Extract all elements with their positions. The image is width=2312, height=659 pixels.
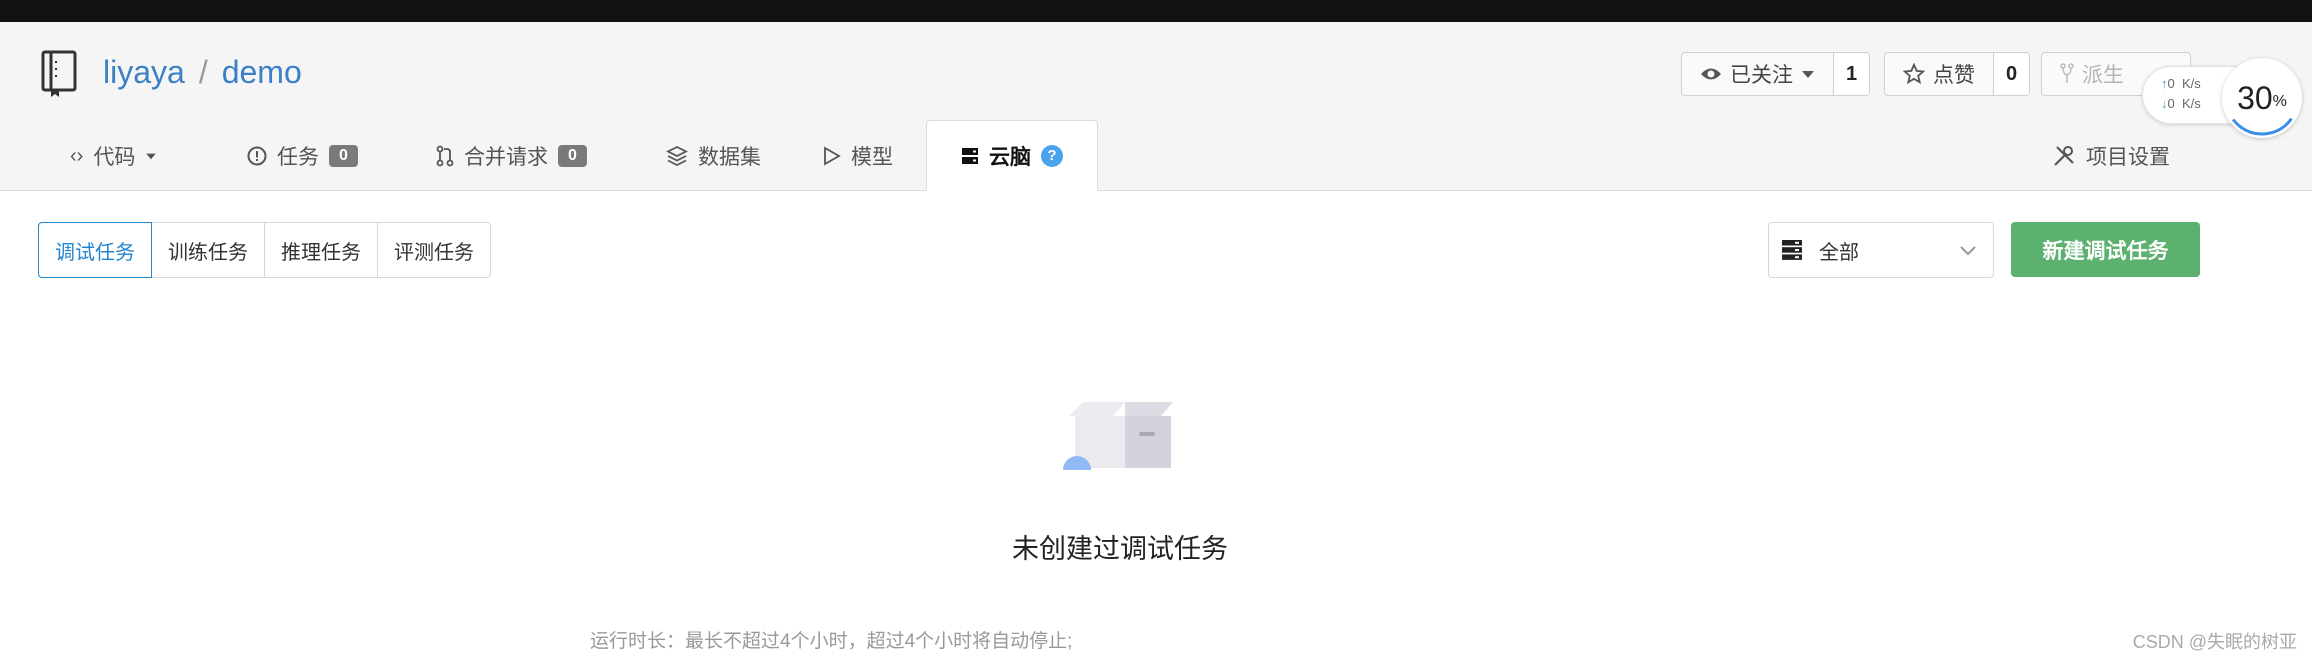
task-type-tabs: 调试任务 训练任务 推理任务 评测任务	[38, 222, 491, 278]
new-debug-task-button[interactable]: 新建调试任务	[2011, 222, 2200, 277]
tab-label: 云脑	[989, 145, 1031, 169]
repo-book-icon	[41, 50, 77, 97]
empty-state-message: 未创建过调试任务	[1012, 534, 1228, 564]
watch-label: 已关注	[1730, 64, 1793, 87]
settings-icon	[2054, 146, 2074, 166]
watch-count[interactable]: 1	[1834, 53, 1870, 95]
star-label: 点赞	[1933, 64, 1975, 87]
subtab-evaluation-tasks[interactable]: 评测任务	[377, 222, 491, 278]
filter-selected-value: 全部	[1819, 241, 1859, 264]
watch-group: 已关注 1	[1681, 52, 1871, 96]
subtab-inference-tasks[interactable]: 推理任务	[264, 222, 378, 278]
runtime-note: 运行时长：最长不超过4个小时，超过4个小时将自动停止;	[590, 631, 1073, 652]
tab-issues[interactable]: 任务 0	[247, 120, 358, 192]
dataset-icon	[666, 145, 688, 167]
fork-button[interactable]: 派生	[2042, 53, 2142, 95]
empty-box-illustration	[1063, 402, 1173, 470]
tab-models[interactable]: 模型	[823, 120, 893, 192]
download-speed: 0	[2167, 96, 2175, 111]
repo-name-link[interactable]: demo	[222, 50, 302, 94]
fork-icon	[2060, 63, 2074, 83]
tab-label: 项目设置	[2086, 146, 2170, 169]
subtab-debug-tasks[interactable]: 调试任务	[38, 222, 152, 278]
repo-title: liyaya / demo	[103, 50, 302, 94]
eye-icon	[1701, 68, 1721, 80]
repo-path-separator: /	[198, 54, 208, 90]
tab-pull-requests[interactable]: 合并请求 0	[436, 120, 587, 192]
upload-unit: K/s	[2181, 76, 2201, 91]
pull-request-count-badge: 0	[558, 145, 587, 167]
watermark-text: CSDN @失眠的树亚	[2132, 632, 2297, 652]
fork-label: 派生	[2082, 64, 2124, 87]
help-icon[interactable]: ?	[1041, 144, 1063, 167]
star-count[interactable]: 0	[1994, 53, 2030, 95]
caret-down-icon	[146, 153, 157, 160]
tab-code[interactable]: ‹› 代码	[70, 120, 157, 192]
pull-request-icon	[436, 145, 454, 167]
subtab-training-tasks[interactable]: 训练任务	[151, 222, 265, 278]
tab-label: 数据集	[698, 146, 761, 169]
tab-label: 任务	[277, 146, 319, 169]
server-icon	[1782, 240, 1802, 260]
caret-down-icon	[1802, 71, 1814, 78]
star-icon	[1903, 63, 1925, 85]
cloudbrain-icon	[962, 147, 978, 164]
star-button[interactable]: 点赞	[1885, 53, 1994, 95]
upload-speed: 0	[2167, 76, 2175, 91]
top-navbar	[0, 0, 2312, 22]
repo-header: liyaya / demo 已关注 1 点赞 0 派生 ‹› 代码 任务 0 合…	[0, 22, 2312, 191]
network-speed-widget[interactable]: ↑0 K/s ↓0 K/s 30%	[2142, 58, 2312, 138]
chevron-down-icon	[1960, 246, 1976, 256]
tab-label: 合并请求	[464, 146, 548, 169]
tab-label: 模型	[851, 146, 893, 169]
tab-cloudbrain[interactable]: 云脑 ?	[926, 120, 1098, 191]
issue-icon	[247, 146, 267, 166]
download-unit: K/s	[2181, 96, 2201, 111]
star-group: 点赞 0	[1884, 52, 2031, 96]
watch-button[interactable]: 已关注	[1682, 53, 1834, 95]
usage-ring-icon	[2224, 60, 2300, 136]
usage-percent-circle[interactable]: 30%	[2222, 58, 2302, 138]
repo-owner-link[interactable]: liyaya	[103, 50, 185, 94]
tab-label: 代码	[93, 146, 136, 169]
model-icon	[824, 146, 841, 166]
code-icon: ‹›	[70, 144, 84, 167]
task-filter-dropdown[interactable]: 全部	[1768, 222, 1994, 278]
repo-tabs: ‹› 代码 任务 0 合并请求 0 数据集 模型 云脑 ? 项目设置	[0, 120, 2312, 192]
tab-datasets[interactable]: 数据集	[666, 120, 761, 192]
issue-count-badge: 0	[329, 145, 358, 167]
